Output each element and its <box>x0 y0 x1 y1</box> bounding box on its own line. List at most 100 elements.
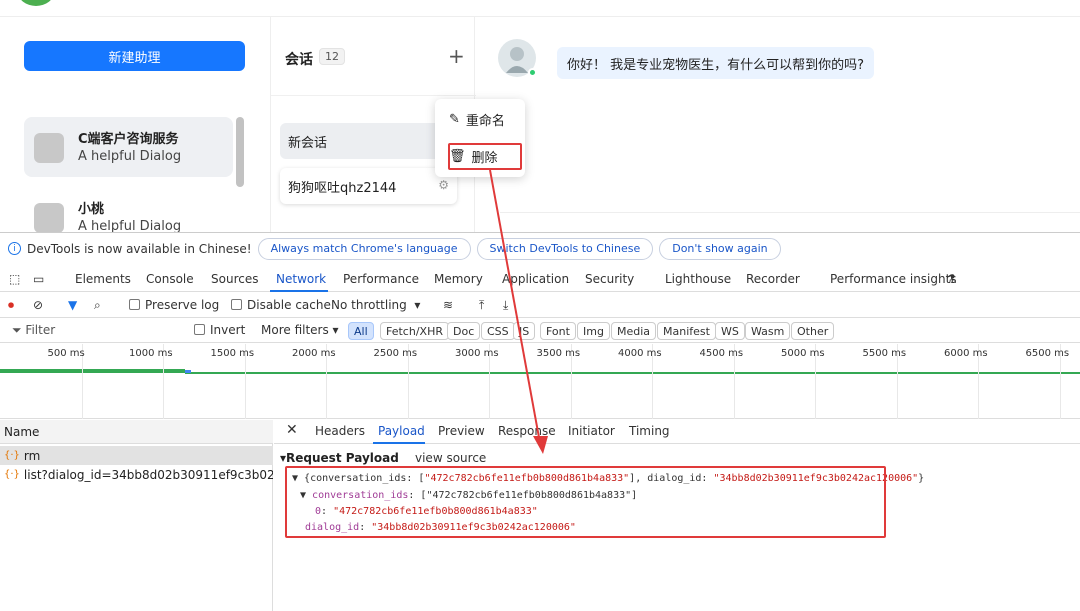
search-icon[interactable]: ⌕ <box>94 298 101 313</box>
detail-tab-payload[interactable]: Payload <box>378 424 425 438</box>
add-conversation-icon[interactable]: + <box>448 44 465 68</box>
language-info-bar: i DevTools is now available in Chinese! … <box>0 233 1080 264</box>
devtools-tab-bar: ⬚ ▭ Elements Console Sources Network Per… <box>0 266 1080 292</box>
record-icon[interactable]: ⏺ <box>8 298 14 313</box>
dialog-description: A helpful Dialog <box>78 219 182 232</box>
device-toolbar-icon[interactable]: ▭ <box>33 272 44 286</box>
import-har-icon[interactable]: ⤒ <box>479 298 484 313</box>
timeline-tick-label: 6000 ms <box>944 348 988 359</box>
filter-type-all[interactable]: All <box>348 322 374 340</box>
clear-icon[interactable]: ⊘ <box>33 298 43 312</box>
assistant-scrollbar[interactable] <box>236 117 244 187</box>
filter-type-manifest[interactable]: Manifest <box>657 322 716 340</box>
dialog-avatar <box>34 203 64 232</box>
xhr-icon: {·} <box>4 469 20 480</box>
filter-type-media[interactable]: Media <box>611 322 657 340</box>
disable-cache-label: Disable cache <box>247 298 331 312</box>
timeline-tick-label: 5500 ms <box>862 348 907 359</box>
conversation-label: 新会话 <box>288 135 328 151</box>
tab-security[interactable]: Security <box>585 272 634 286</box>
network-toolbar: ⏺ ⊘ ▼ ⌕ Preserve log Disable cache No th… <box>0 293 1080 318</box>
timeline-tick-label: 4500 ms <box>699 348 744 359</box>
view-source-link[interactable]: view source <box>415 451 486 465</box>
dialog-description: A helpful Dialog <box>78 149 182 164</box>
filter-type-ws[interactable]: WS <box>715 322 745 340</box>
info-icon: i <box>8 242 21 255</box>
preserve-log-checkbox[interactable]: Preserve log <box>129 298 219 312</box>
timeline-bar <box>185 370 191 373</box>
divider <box>271 95 476 96</box>
new-assistant-button[interactable]: 新建助理 <box>24 41 245 71</box>
filter-type-js[interactable]: JS <box>513 322 536 340</box>
filter-type-font[interactable]: Font <box>540 322 576 340</box>
active-detail-tab-indicator <box>373 442 425 444</box>
flask-icon: ⚗ <box>946 272 957 286</box>
filter-type-wasm[interactable]: Wasm <box>745 322 791 340</box>
match-language-button[interactable]: Always match Chrome's language <box>257 237 471 260</box>
detail-tab-bar: ✕ Headers Payload Preview Response Initi… <box>274 420 1080 444</box>
request-row[interactable]: {·} list?dialog_id=34bb8d02b30911ef9c3b02… <box>0 465 273 484</box>
invert-checkbox[interactable]: Invert <box>194 323 245 337</box>
bot-message-bubble: 你好！ 我是专业宠物医生，有什么可以帮到你的吗? <box>557 47 875 79</box>
detail-tab-initiator[interactable]: Initiator <box>568 424 615 438</box>
detail-tab-response[interactable]: Response <box>498 424 556 438</box>
filter-type-fetch-xhr[interactable]: Fetch/XHR <box>380 322 449 340</box>
info-message: DevTools is now available in Chinese! <box>27 241 252 256</box>
chat-panel: 你好！ 我是专业宠物医生，有什么可以帮到你的吗? <box>476 17 1080 232</box>
detail-tab-timing[interactable]: Timing <box>629 424 670 438</box>
filter-input[interactable]: ⏷ Filter <box>12 323 55 338</box>
timeline-tick-label: 3500 ms <box>536 348 581 359</box>
conversation-item[interactable]: 狗狗呕吐qhz2144 ⚙ <box>280 168 457 204</box>
tab-performance-insights[interactable]: Performance insights <box>830 272 957 286</box>
dialog-name: 小桃 <box>78 202 105 217</box>
throttling-select[interactable]: No throttling ▾ <box>331 298 420 312</box>
timeline-tick-label: 2500 ms <box>373 348 418 359</box>
tab-memory[interactable]: Memory <box>434 272 483 286</box>
edit-icon: ✎ <box>449 112 460 127</box>
inspect-element-icon[interactable]: ⬚ <box>9 272 20 286</box>
network-conditions-icon[interactable]: ≋ <box>443 298 453 312</box>
request-name: rm <box>23 448 41 463</box>
gear-icon[interactable]: ⚙ <box>438 178 449 192</box>
tab-elements[interactable]: Elements <box>75 272 131 286</box>
disable-cache-checkbox[interactable]: Disable cache <box>231 298 331 312</box>
tab-sources[interactable]: Sources <box>211 272 258 286</box>
assistant-app: 新建助理 C端客户咨询服务 A helpful Dialog 小桃 A help… <box>0 0 1080 232</box>
timeline-tick-label: 4000 ms <box>618 348 662 359</box>
tab-recorder[interactable]: Recorder <box>746 272 800 286</box>
conversation-title: 会话 <box>285 52 313 68</box>
detail-tab-headers[interactable]: Headers <box>315 424 365 438</box>
tab-performance[interactable]: Performance <box>343 272 419 286</box>
network-timeline-overview[interactable]: 500 ms 1000 ms 1500 ms 2000 ms 2500 ms 3000 m… <box>0 344 1080 419</box>
tab-network[interactable]: Network <box>276 272 326 286</box>
request-name: list?dialog_id=34bb8d02b30911ef9c3b0242.… <box>23 467 273 482</box>
request-row[interactable]: {·} rm <box>0 446 273 465</box>
dont-show-again-button[interactable]: Don't show again <box>659 237 781 260</box>
more-filters-dropdown[interactable]: More filters ▾ <box>261 323 339 337</box>
dialog-card[interactable]: C端客户咨询服务 A helpful Dialog <box>24 117 233 177</box>
timeline-tick-label: 500 ms <box>47 348 85 359</box>
tab-console[interactable]: Console <box>146 272 194 286</box>
filter-type-img[interactable]: Img <box>577 322 610 340</box>
tab-application[interactable]: Application <box>502 272 569 286</box>
conversation-item[interactable]: 新会话 <box>280 123 457 159</box>
request-list: Name {·} rm {·} list?dialog_id=34bb8d02b30… <box>0 420 273 611</box>
online-status-dot <box>528 68 537 77</box>
detail-tab-preview[interactable]: Preview <box>438 424 485 438</box>
dialog-card[interactable]: 小桃 A helpful Dialog <box>24 187 233 232</box>
filter-type-css[interactable]: CSS <box>481 322 515 340</box>
dialog-name: C端客户咨询服务 <box>78 132 179 147</box>
tab-lighthouse[interactable]: Lighthouse <box>665 272 731 286</box>
timeline-tick-label: 1000 ms <box>129 348 173 359</box>
request-list-header[interactable]: Name <box>0 420 273 444</box>
filter-type-doc[interactable]: Doc <box>447 322 481 340</box>
request-payload-title[interactable]: ▾Request Payload <box>280 451 399 465</box>
close-icon[interactable]: ✕ <box>286 422 298 438</box>
filter-icon[interactable]: ▼ <box>68 298 77 312</box>
filter-type-other[interactable]: Other <box>791 322 835 340</box>
conversation-count-badge: 12 <box>319 48 345 65</box>
divider <box>500 212 1080 213</box>
timeline-tick-label: 6500 ms <box>1025 348 1070 359</box>
export-har-icon[interactable]: ⤓ <box>503 298 508 313</box>
switch-language-button[interactable]: Switch DevTools to Chinese <box>476 237 654 260</box>
